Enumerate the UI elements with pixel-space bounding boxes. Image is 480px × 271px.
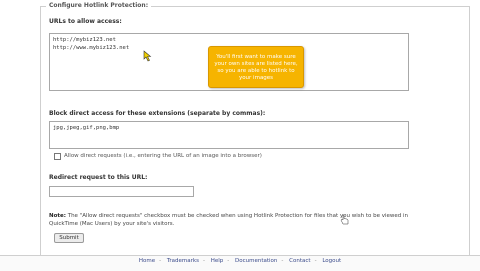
extensions-textarea[interactable]: jpg,jpeg,gif,png,bmp (49, 121, 409, 149)
note-text: Note: The "Allow direct requests" checkb… (49, 212, 429, 228)
footer-link-documentation[interactable]: Documentation (235, 258, 277, 264)
extensions-label: Block direct access for these extensions… (49, 110, 266, 117)
footer-link-trademarks[interactable]: Trademarks (167, 258, 199, 264)
footer-nav: Home - Trademarks - Help - Documentation - C… (0, 255, 480, 271)
submit-button[interactable]: Submit (54, 233, 84, 243)
footer-link-contact[interactable]: Contact (289, 258, 310, 264)
footer-link-logout[interactable]: Logout (322, 258, 341, 264)
footer-link-home[interactable]: Home (139, 258, 155, 264)
footer-link-help[interactable]: Help (211, 258, 224, 264)
footer-separator: - (314, 258, 317, 264)
footer-separator: - (202, 258, 205, 264)
allow-direct-checkbox[interactable] (54, 153, 61, 160)
allow-direct-label: Allow direct requests (i.e., entering th… (64, 153, 262, 159)
tooltip-callout: You'll first want to make sure your own … (208, 46, 304, 88)
redirect-label: Redirect request to this URL: (49, 174, 148, 181)
cursor-icon (143, 50, 152, 62)
hand-cursor-icon (340, 214, 349, 225)
note-title: Note: (49, 213, 66, 219)
section-legend: Configure Hotlink Protection: (46, 2, 152, 9)
note-body: The "Allow direct requests" checkbox mus… (49, 213, 409, 227)
redirect-url-input[interactable] (49, 186, 194, 197)
footer-separator: - (227, 258, 230, 264)
footer-separator: - (159, 258, 162, 264)
urls-label: URLs to allow access: (49, 18, 122, 25)
footer-separator: - (281, 258, 284, 264)
